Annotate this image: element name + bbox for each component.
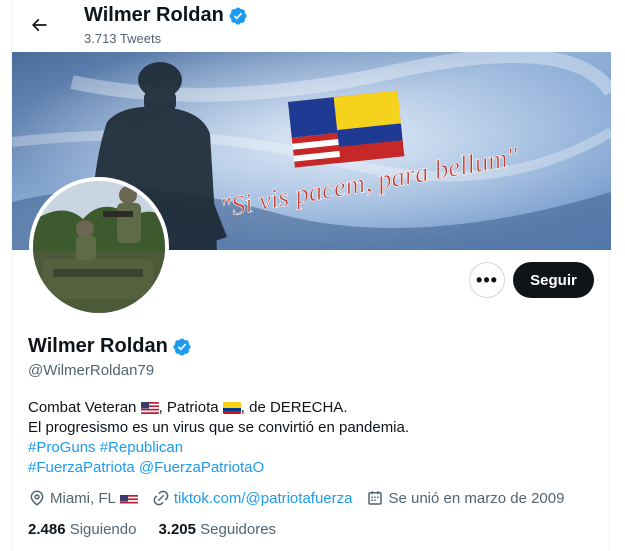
us-flag-icon bbox=[119, 492, 138, 504]
website-link[interactable]: tiktok.com/@patriotafuerza bbox=[174, 490, 353, 507]
profile-meta: Miami, FL tiktok.com/@patriotafuerza Se … bbox=[28, 489, 578, 507]
verified-badge-icon[interactable] bbox=[172, 337, 192, 357]
followers-stat[interactable]: 3.205 Seguidores bbox=[158, 521, 276, 538]
bio-text: , de DERECHA. bbox=[240, 399, 348, 416]
location-item: Miami, FL bbox=[28, 489, 138, 507]
following-label: Siguiendo bbox=[69, 521, 137, 538]
profile-column: Wilmer Roldan 3.713 Tweets "Si vis pacem… bbox=[11, 0, 611, 551]
back-arrow-icon bbox=[31, 18, 47, 32]
calendar-icon bbox=[368, 491, 383, 505]
profile-name: Wilmer Roldan bbox=[28, 335, 168, 357]
bio-line-1: Combat Veteran , Patriota , de DERECHA. bbox=[28, 398, 588, 418]
top-bar: Wilmer Roldan 3.713 Tweets bbox=[12, 0, 611, 52]
profile-name-row: Wilmer Roldan bbox=[28, 335, 192, 358]
hashtag-link[interactable]: #Republican bbox=[100, 439, 183, 456]
profile-stats: 2.486 Siguiendo 3.205 Seguidores bbox=[28, 521, 276, 538]
bio-text: Combat Veteran bbox=[28, 399, 141, 416]
followers-label: Seguidores bbox=[200, 521, 277, 538]
header-name-row: Wilmer Roldan bbox=[84, 4, 248, 27]
profile-avatar[interactable] bbox=[29, 177, 169, 317]
location-text: Miami, FL bbox=[50, 489, 116, 507]
website-item: tiktok.com/@patriotafuerza bbox=[152, 489, 353, 507]
tweet-count: 3.713 Tweets bbox=[84, 31, 162, 46]
joined-item: Se unió en marzo de 2009 bbox=[366, 489, 564, 507]
link-icon bbox=[153, 490, 169, 506]
followers-count: 3.205 bbox=[158, 521, 196, 538]
hashtag-link[interactable]: #ProGuns bbox=[28, 439, 96, 456]
colombia-flag-icon bbox=[222, 402, 241, 414]
following-stat[interactable]: 2.486 Siguiendo bbox=[28, 521, 136, 538]
profile-handle: @WilmerRoldan79 bbox=[28, 362, 155, 379]
following-count: 2.486 bbox=[28, 521, 66, 538]
location-icon bbox=[30, 490, 44, 506]
back-button[interactable] bbox=[22, 8, 56, 42]
banner-flags bbox=[288, 90, 405, 168]
hashtag-link[interactable]: #FuerzaPatriota bbox=[28, 459, 135, 476]
follow-button[interactable]: Seguir bbox=[513, 262, 594, 298]
bio-line-2: El progresismo es un virus que se convir… bbox=[28, 419, 410, 436]
profile-bio: Combat Veteran , Patriota , de DERECHA. … bbox=[28, 398, 588, 478]
more-options-button[interactable]: ••• bbox=[469, 262, 505, 298]
joined-text: Se unió en marzo de 2009 bbox=[388, 489, 565, 507]
bio-line-4: #FuerzaPatriota @FuerzaPatriotaO bbox=[28, 458, 588, 478]
verified-badge-icon bbox=[229, 6, 247, 25]
us-flag-icon bbox=[140, 402, 159, 414]
bio-line-3: #ProGuns #Republican bbox=[28, 438, 588, 458]
header-name: Wilmer Roldan bbox=[84, 4, 224, 26]
mention-link[interactable]: @FuerzaPatriotaO bbox=[139, 459, 264, 476]
bio-text: , Patriota bbox=[158, 399, 223, 416]
